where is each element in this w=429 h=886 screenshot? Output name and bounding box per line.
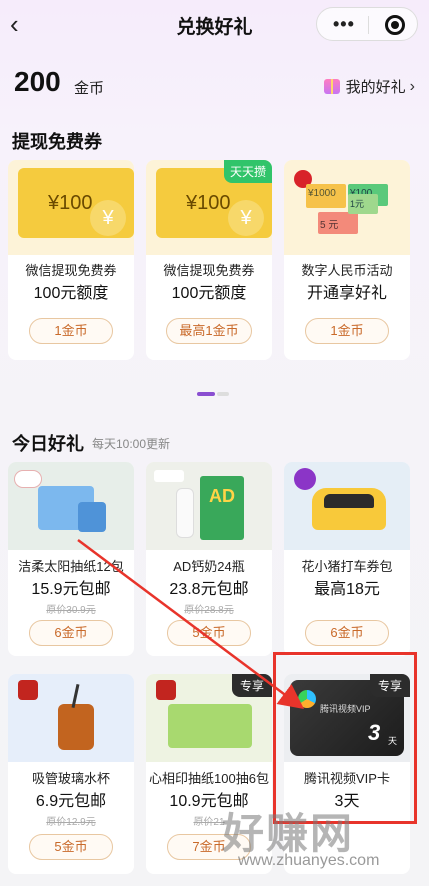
- redeem-button[interactable]: 最高1金币: [166, 318, 252, 344]
- gift-card[interactable]: 花小猪打车券包 最高18元 6金币: [284, 462, 410, 656]
- capsule-divider: [368, 16, 369, 34]
- card-value: 100元额度: [171, 285, 247, 302]
- tissue-box-icon: [168, 704, 252, 748]
- gift-card[interactable]: AD AD钙奶24瓶 23.8元包邮 原价28.8元 5金币: [146, 462, 272, 656]
- exclusive-badge: 专享: [231, 674, 272, 697]
- section-title-vouchers: 提现免费券: [12, 132, 102, 152]
- my-gifts-label: 我的好礼: [345, 79, 406, 96]
- nav-bar: ‹ 兑换好礼 •••: [0, 0, 429, 50]
- card-price-text: 6.9元包邮: [35, 793, 107, 810]
- milk-box-icon: AD: [200, 476, 244, 540]
- card-value: 100元额度: [33, 285, 109, 302]
- more-icon[interactable]: •••: [333, 14, 355, 34]
- milk-bottle-icon: [176, 488, 194, 538]
- chevron-right-icon: ›: [409, 77, 415, 95]
- voucher-card[interactable]: ¥100 ¥ 天天攒 微信提现免费券 100元额度 最高1金币: [146, 160, 272, 360]
- card-name: 洁柔太阳抽纸12包: [18, 559, 124, 574]
- voucher-image: ¥100 ¥ 天天攒: [146, 160, 272, 255]
- voucher-card[interactable]: ¥100 ¥ 微信提现免费券 100元额度 1金币: [8, 160, 134, 360]
- product-image-tissue: [8, 462, 134, 550]
- redeem-button[interactable]: 5金币: [29, 834, 113, 860]
- product-image-cup: [8, 674, 134, 762]
- highlight-box: [273, 652, 417, 824]
- close-target-icon[interactable]: [385, 15, 405, 35]
- product-image-ad-milk: AD: [146, 462, 272, 550]
- tissue-pack-icon: [78, 502, 106, 532]
- mini-program-capsule: •••: [316, 7, 418, 41]
- redeem-button[interactable]: 6金币: [305, 620, 389, 646]
- my-gifts-link[interactable]: 我的好礼 ›: [323, 76, 415, 97]
- card-price-text: 最高18元: [314, 581, 380, 598]
- gift-card[interactable]: 吸管玻璃水杯 6.9元包邮 原价12.9元 5金币: [8, 674, 134, 874]
- straw-cup-icon: [58, 704, 94, 750]
- section-subtitle: 每天10:00更新: [92, 437, 171, 451]
- banknote-1: 1元: [348, 194, 378, 214]
- redeem-button[interactable]: 6金币: [29, 620, 113, 646]
- brand-logo-icon: [156, 680, 176, 700]
- yen-coin-icon: ¥: [90, 200, 126, 236]
- voucher-amount: ¥100: [48, 192, 93, 214]
- original-price: 原价12.9元: [46, 817, 96, 828]
- gift-icon: [323, 79, 340, 94]
- product-image-car: [284, 462, 410, 550]
- watermark-url: www.zhuanyes.com: [238, 852, 380, 869]
- redeem-button[interactable]: 1金币: [29, 318, 113, 344]
- product-image-tissue-box: 专享: [146, 674, 272, 762]
- indicator-inactive: [217, 392, 229, 396]
- huaxiaozhu-logo-icon: [294, 468, 316, 490]
- redeem-button[interactable]: 1金币: [305, 318, 389, 344]
- card-price-text: 15.9元包邮: [31, 581, 111, 598]
- card-value: 开通享好礼: [306, 285, 387, 302]
- brand-logo-icon: [14, 470, 42, 488]
- carousel-indicator: [197, 392, 229, 396]
- car-window: [324, 494, 374, 508]
- original-price: 原价28.8元: [184, 605, 234, 616]
- brand-logo-icon: [18, 680, 38, 700]
- voucher-amount: ¥100: [186, 192, 231, 214]
- digital-rmb-image: ¥1000 ¥100 5 元 1元: [284, 160, 410, 255]
- indicator-active: [197, 392, 215, 396]
- gift-card[interactable]: 洁柔太阳抽纸12包 15.9元包邮 原价30.9元 6金币: [8, 462, 134, 656]
- coin-balance: 200: [14, 66, 61, 97]
- promo-card[interactable]: ¥1000 ¥100 5 元 1元 数字人民币活动 开通享好礼 1金币: [284, 160, 410, 360]
- banknote-1000: ¥1000: [306, 184, 346, 208]
- card-price-text: 23.8元包邮: [169, 581, 249, 598]
- redeem-button[interactable]: 5金币: [167, 620, 251, 646]
- daily-badge: 天天攒: [223, 160, 272, 183]
- original-price: 原价30.9元: [46, 605, 96, 616]
- card-name: 花小猪打车券包: [301, 559, 393, 574]
- voucher-image: ¥100 ¥: [8, 160, 134, 255]
- card-name: 吸管玻璃水杯: [31, 771, 110, 786]
- card-name: 心相印抽纸100抽6包: [149, 771, 269, 786]
- card-name: 微信提现免费券: [25, 263, 117, 278]
- card-name: 微信提现免费券: [163, 263, 255, 278]
- coin-unit: 金币: [74, 80, 105, 97]
- section-title-today: 今日好礼: [12, 434, 84, 454]
- card-name: 数字人民币活动: [301, 263, 393, 278]
- voucher-graphic: ¥100 ¥: [18, 168, 134, 238]
- banknote-5: 5 元: [318, 212, 358, 234]
- card-name: AD钙奶24瓶: [173, 559, 245, 574]
- yen-coin-icon: ¥: [228, 200, 264, 236]
- brand-logo-icon: [154, 470, 184, 482]
